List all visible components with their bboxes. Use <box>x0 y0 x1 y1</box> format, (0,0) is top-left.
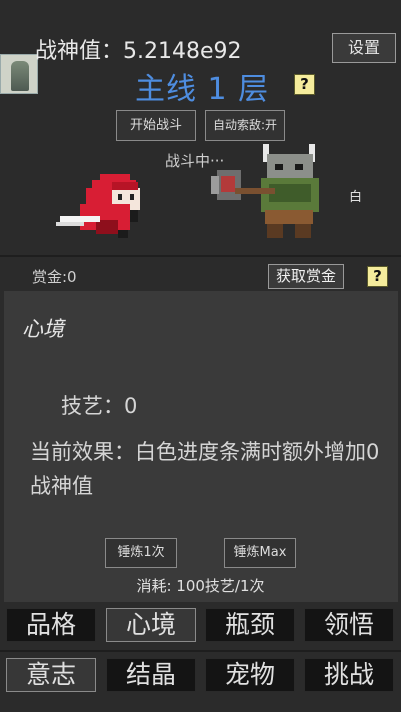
tab-will[interactable]: 意志 <box>6 658 96 692</box>
bounty-amount: 赏金:0 <box>32 268 77 286</box>
bounty-help-button[interactable]: ? <box>367 266 388 287</box>
current-effect: 当前效果：白色进度条满时额外增加0战神值 <box>30 440 380 498</box>
avatar-figure <box>11 61 29 91</box>
tab-challenge[interactable]: 挑战 <box>304 658 394 692</box>
power-value: 5.2148e92 <box>123 39 242 64</box>
train-max-button[interactable]: 锤炼Max <box>224 538 296 568</box>
tab-bar-top: 品格 心境 瓶颈 领悟 <box>0 602 401 650</box>
stage-title: 主线 1 层 <box>135 72 270 107</box>
enemy-tag: 白 <box>349 190 363 205</box>
settings-button[interactable]: 设置 <box>332 33 396 63</box>
enemy-sprite <box>211 144 319 238</box>
panel-title: 心境 <box>22 317 64 341</box>
tab-mindset[interactable]: 心境 <box>106 608 196 642</box>
tab-bottleneck[interactable]: 瓶颈 <box>205 608 295 642</box>
auto-target-toggle[interactable]: 自动索敌:开 <box>205 110 285 141</box>
tab-insight[interactable]: 领悟 <box>304 608 394 642</box>
start-battle-button[interactable]: 开始战斗 <box>116 110 196 141</box>
power-display: 战神值：5.2148e92 <box>35 33 242 65</box>
tab-crystal[interactable]: 结晶 <box>106 658 196 692</box>
stage-help-button[interactable]: ? <box>294 74 315 95</box>
cost-text: 消耗: 100技艺/1次 <box>136 577 265 595</box>
claim-bounty-button[interactable]: 获取赏金 <box>268 264 344 289</box>
hero-sprite <box>56 174 140 238</box>
tab-character[interactable]: 品格 <box>6 608 96 642</box>
tab-bar-bottom: 意志 结晶 宠物 挑战 <box>0 650 401 698</box>
power-label: 战神值： <box>35 39 124 64</box>
skill-value: 技艺：0 <box>61 394 138 418</box>
tab-pets[interactable]: 宠物 <box>205 658 295 692</box>
train-once-button[interactable]: 锤炼1次 <box>105 538 177 568</box>
avatar[interactable] <box>0 54 38 94</box>
